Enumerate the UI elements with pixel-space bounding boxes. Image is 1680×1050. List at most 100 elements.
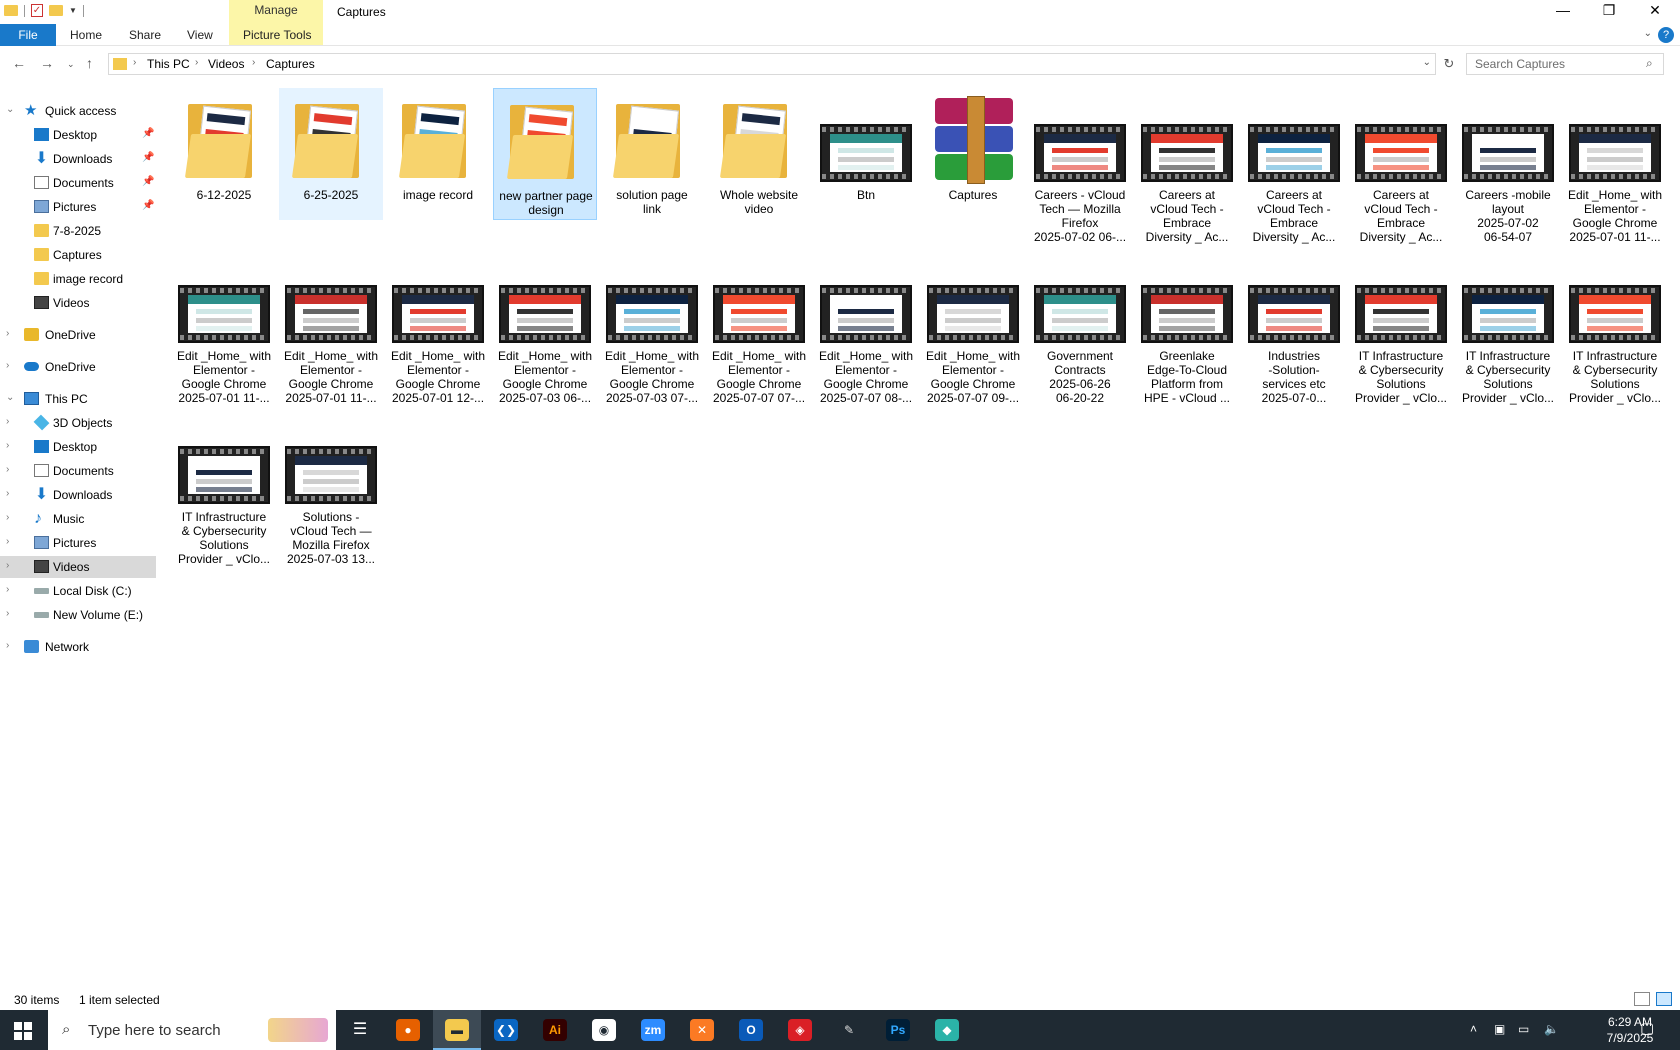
- sidebar-item-onedrive[interactable]: › OneDrive: [0, 324, 156, 346]
- taskbar-app-zm-icon[interactable]: zm: [629, 1010, 677, 1050]
- video-file-item[interactable]: Edit _Home_ with Elementor - Google Chrome…: [172, 249, 276, 405]
- video-file-item[interactable]: IT Infrastructure & Cybersecurity Solution…: [172, 410, 276, 566]
- chevron-right-icon[interactable]: ›: [6, 416, 9, 427]
- archive-item[interactable]: Captures: [921, 88, 1025, 220]
- video-file-item[interactable]: Edit _Home_ with Elementor - Google Chrome…: [279, 249, 383, 405]
- up-arrow-icon[interactable]: ↑: [86, 55, 93, 71]
- video-file-item[interactable]: Greenlake Edge-To-Cloud Platform from HPE -…: [1135, 249, 1239, 405]
- video-file-item[interactable]: Edit _Home_ with Elementor - Google Chrome…: [1563, 88, 1667, 244]
- sidebar-item-desktop[interactable]: Desktop 📌: [0, 124, 156, 146]
- video-file-item[interactable]: Careers -mobile layout 2025-07-02 06-54-07: [1456, 88, 1560, 244]
- chevron-right-icon[interactable]: ›: [6, 512, 9, 523]
- chevron-right-icon[interactable]: ›: [6, 608, 9, 619]
- taskbar-app-visual-studio-code-icon[interactable]: ❮❯: [482, 1010, 530, 1050]
- breadcrumb-this-pc[interactable]: This PC: [147, 57, 190, 71]
- sidebar-item-7-8-2025[interactable]: 7-8-2025: [0, 220, 156, 242]
- breadcrumb-captures[interactable]: Captures: [266, 57, 315, 71]
- network-status-icon[interactable]: ▭: [1518, 1022, 1529, 1036]
- video-file-item[interactable]: Edit _Home_ with Elementor - Google Chrome…: [921, 249, 1025, 405]
- sidebar-item-documents[interactable]: › Documents: [0, 460, 156, 482]
- video-file-item[interactable]: Careers - vCloud Tech — Mozilla Firefox 202…: [1028, 88, 1132, 244]
- tab-home[interactable]: Home: [70, 24, 102, 46]
- recent-locations-icon[interactable]: ⌄: [67, 59, 75, 70]
- chevron-down-icon[interactable]: ⌄: [6, 392, 14, 403]
- folder-icon[interactable]: [4, 5, 18, 16]
- video-file-item[interactable]: Btn: [814, 88, 918, 220]
- chevron-right-icon[interactable]: ›: [6, 584, 9, 595]
- sidebar-item-downloads[interactable]: › ⬇ Downloads: [0, 484, 156, 506]
- video-file-item[interactable]: Edit _Home_ with Elementor - Google Chrome…: [493, 249, 597, 405]
- pin-icon[interactable]: 📌: [142, 176, 154, 187]
- folder-item[interactable]: solution page link: [600, 88, 704, 220]
- task-view-icon[interactable]: ☰: [336, 1010, 384, 1050]
- tab-picture-tools[interactable]: Picture Tools: [243, 24, 311, 46]
- refresh-icon[interactable]: ↻: [1438, 53, 1460, 75]
- chevron-right-icon[interactable]: ›: [6, 536, 9, 547]
- chevron-right-icon[interactable]: ›: [6, 488, 9, 499]
- expand-ribbon-icon[interactable]: ⌄: [1644, 28, 1652, 39]
- folder-item[interactable]: 6-25-2025: [279, 88, 383, 220]
- chevron-right-icon[interactable]: ›: [6, 464, 9, 475]
- taskbar-app-creative-cloud-icon[interactable]: ◈: [776, 1010, 824, 1050]
- video-file-item[interactable]: Industries -Solution-services etc 2025-07-…: [1242, 249, 1346, 405]
- sidebar-item-image-record[interactable]: image record: [0, 268, 156, 290]
- video-file-item[interactable]: Solutions - vCloud Tech — Mozilla Firefox 2…: [279, 410, 383, 566]
- security-icon[interactable]: ▣: [1494, 1022, 1505, 1036]
- video-file-item[interactable]: IT Infrastructure & Cybersecurity Solution…: [1349, 249, 1453, 405]
- sidebar-item-3d-objects[interactable]: › 3D Objects: [0, 412, 156, 434]
- tab-share[interactable]: Share: [129, 24, 161, 46]
- customize-toolbar-icon[interactable]: ▼: [69, 6, 77, 15]
- pin-icon[interactable]: 📌: [142, 128, 154, 139]
- folder-item[interactable]: new partner page design: [493, 88, 597, 220]
- pin-icon[interactable]: 📌: [142, 152, 154, 163]
- sidebar-item-pictures[interactable]: › Pictures: [0, 532, 156, 554]
- forward-arrow-icon[interactable]: →: [40, 55, 54, 71]
- windows-start-icon[interactable]: [14, 1022, 32, 1040]
- video-file-item[interactable]: Careers at vCloud Tech - Embrace Diversity …: [1135, 88, 1239, 244]
- sidebar-item-videos[interactable]: Videos: [0, 292, 156, 314]
- folder-item[interactable]: 6-12-2025: [172, 88, 276, 220]
- back-arrow-icon[interactable]: ←: [12, 55, 26, 71]
- chevron-right-icon[interactable]: ›: [6, 440, 9, 451]
- minimize-button[interactable]: —: [1540, 0, 1586, 22]
- taskbar-app-file-explorer-icon[interactable]: ▬: [433, 1010, 481, 1050]
- breadcrumb-videos[interactable]: Videos: [208, 57, 244, 71]
- restore-button[interactable]: ❐: [1586, 0, 1632, 22]
- large-icons-view-icon[interactable]: [1656, 992, 1672, 1006]
- tab-file[interactable]: File: [0, 24, 56, 46]
- sidebar-item-this-pc[interactable]: ⌄ This PC: [0, 388, 156, 410]
- chevron-down-icon[interactable]: ⌄: [1423, 57, 1431, 68]
- new-folder-icon[interactable]: [49, 5, 63, 16]
- volume-icon[interactable]: 🔈: [1544, 1022, 1559, 1036]
- video-file-item[interactable]: Edit _Home_ with Elementor - Google Chrome…: [814, 249, 918, 405]
- sidebar-item-quick-access[interactable]: ⌄ ★ Quick access: [0, 100, 156, 122]
- taskbar-app-firefox-icon[interactable]: ●: [384, 1010, 432, 1050]
- sidebar-item-onedrive[interactable]: › OneDrive: [0, 356, 156, 378]
- sidebar-item-pictures[interactable]: Pictures 📌: [0, 196, 156, 218]
- help-icon[interactable]: ?: [1658, 27, 1674, 43]
- sidebar-item-videos[interactable]: › Videos: [0, 556, 156, 578]
- taskbar-app-pen-tool-icon[interactable]: ✎: [825, 1010, 873, 1050]
- tab-view[interactable]: View: [187, 24, 213, 46]
- folder-item[interactable]: Whole website video: [707, 88, 811, 220]
- search-icon[interactable]: ⌕: [1646, 56, 1653, 71]
- chevron-right-icon[interactable]: ›: [6, 360, 9, 371]
- video-file-item[interactable]: Careers at vCloud Tech - Embrace Diversity …: [1349, 88, 1453, 244]
- taskbar-search-box[interactable]: ⌕ Type here to search: [48, 1010, 336, 1050]
- taskbar-app-app-icon[interactable]: ◆: [923, 1010, 971, 1050]
- sidebar-item-new-volume-e[interactable]: › New Volume (E:): [0, 604, 156, 626]
- taskbar-app-chrome-icon[interactable]: ◉: [580, 1010, 628, 1050]
- taskbar-app-outlook-icon[interactable]: O: [727, 1010, 775, 1050]
- video-file-item[interactable]: Careers at vCloud Tech - Embrace Diversity …: [1242, 88, 1346, 244]
- close-button[interactable]: ✕: [1632, 0, 1678, 22]
- chevron-down-icon[interactable]: ⌄: [6, 104, 14, 115]
- video-file-item[interactable]: Government Contracts 2025-06-26 06-20-22: [1028, 249, 1132, 405]
- video-file-item[interactable]: IT Infrastructure & Cybersecurity Solution…: [1456, 249, 1560, 405]
- video-file-item[interactable]: Edit _Home_ with Elementor - Google Chrome…: [707, 249, 811, 405]
- sidebar-item-documents[interactable]: Documents 📌: [0, 172, 156, 194]
- chevron-right-icon[interactable]: ›: [6, 328, 9, 339]
- sidebar-item-downloads[interactable]: ⬇ Downloads 📌: [0, 148, 156, 170]
- sidebar-item-local-disk-c[interactable]: › Local Disk (C:): [0, 580, 156, 602]
- sidebar-item-captures[interactable]: Captures: [0, 244, 156, 266]
- notifications-icon[interactable]: ▢: [1640, 1019, 1654, 1037]
